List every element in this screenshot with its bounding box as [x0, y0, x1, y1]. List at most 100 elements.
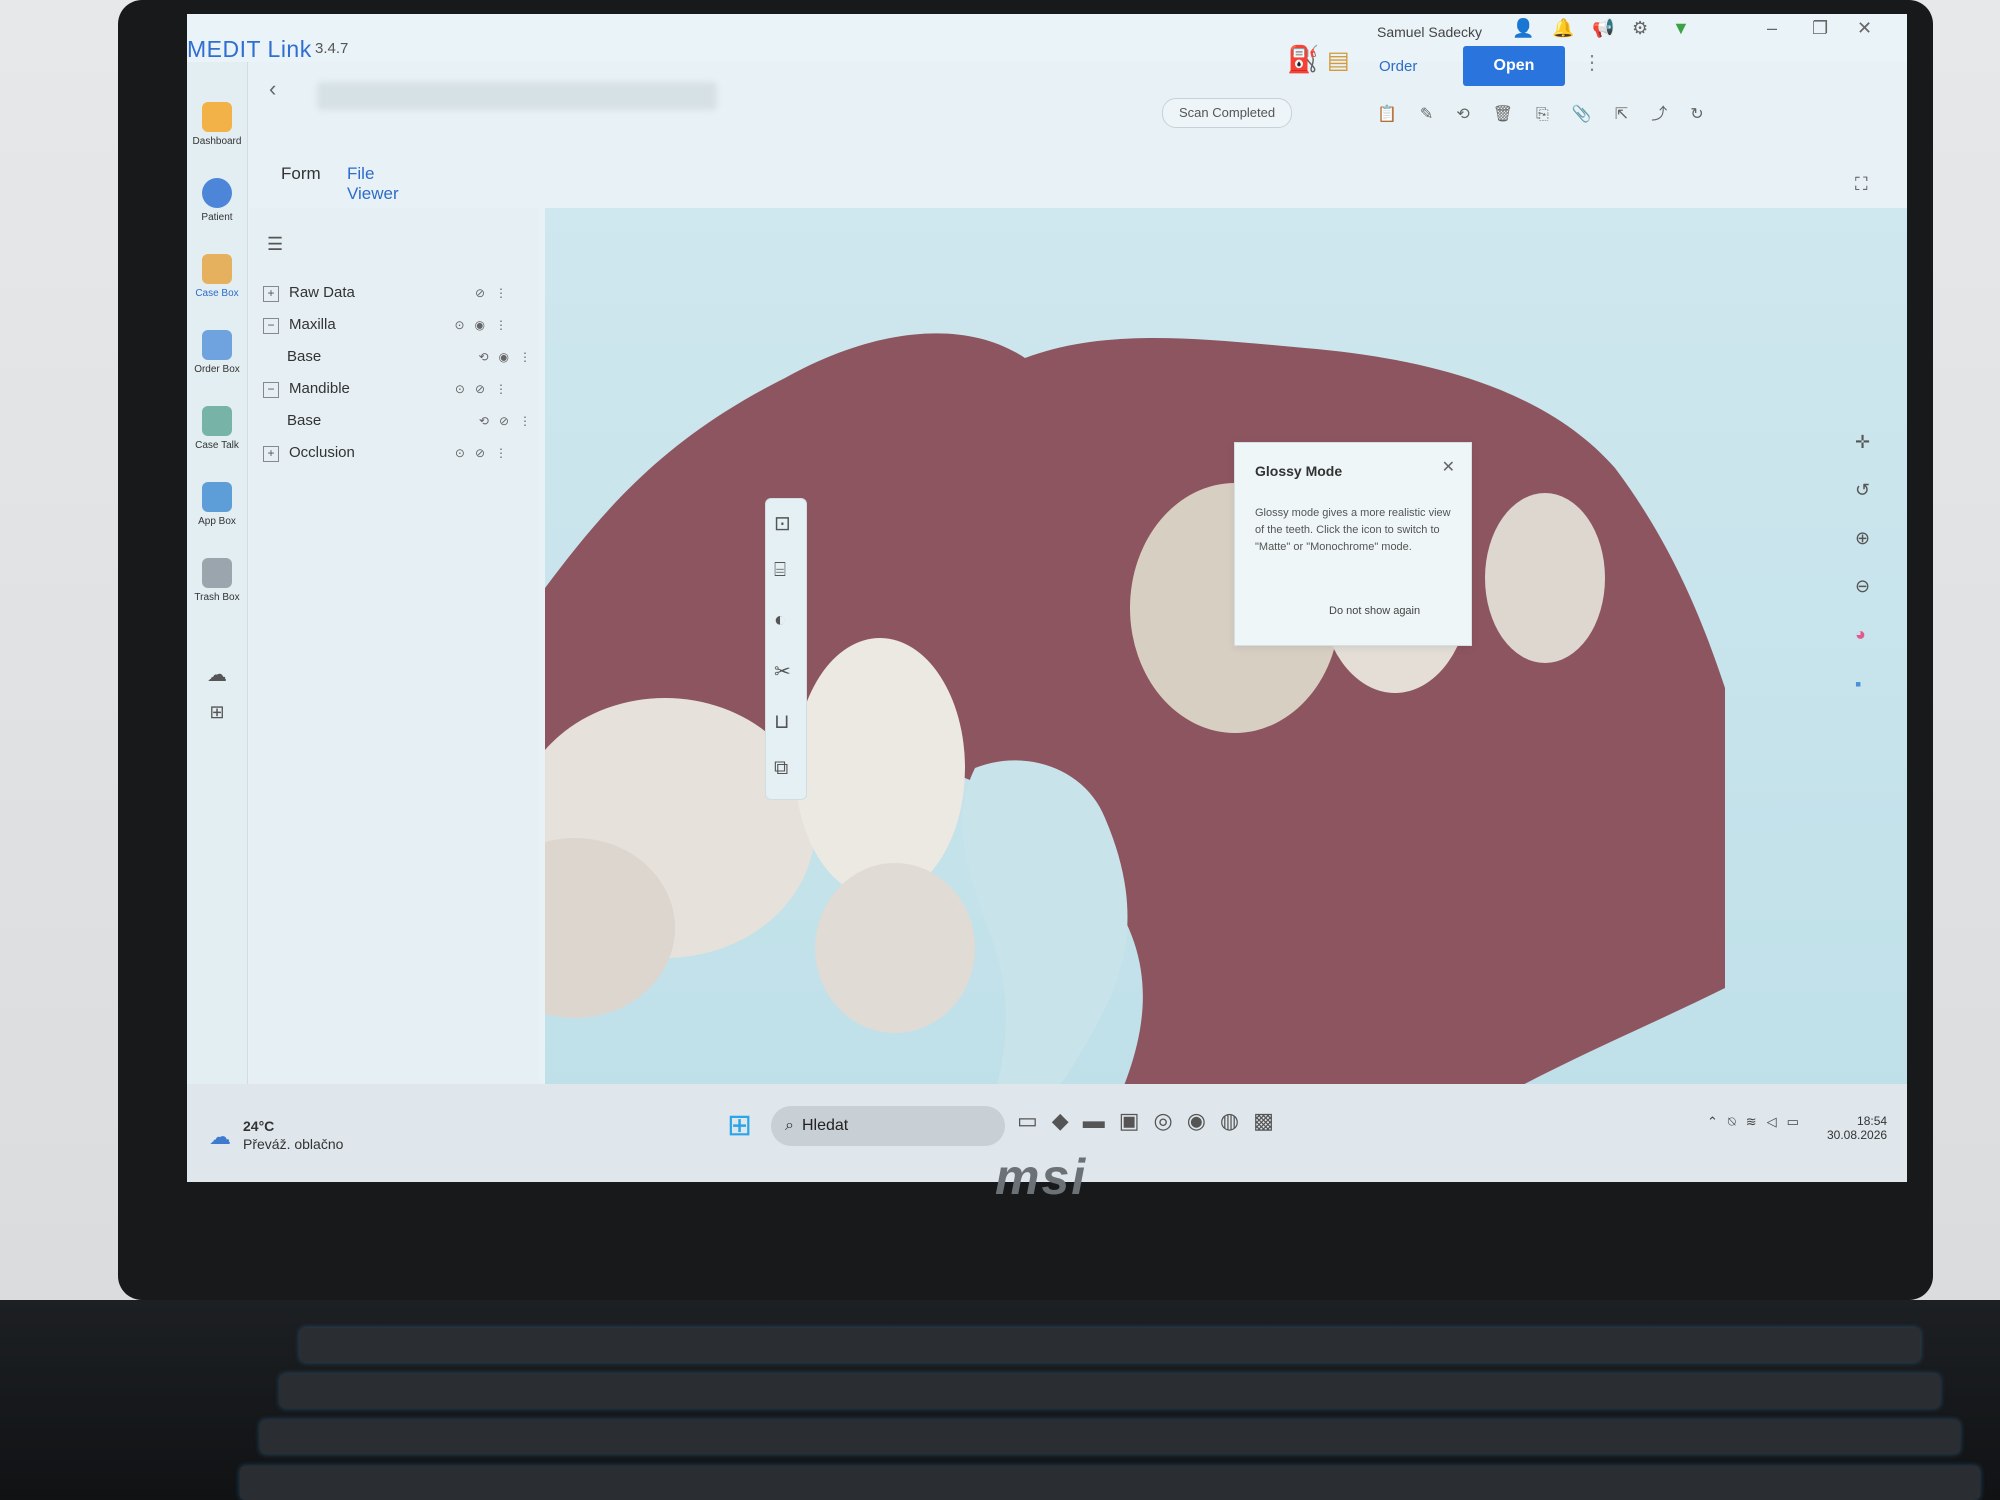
restore-icon[interactable]: ❐: [1812, 18, 1828, 39]
settings-icon[interactable]: ⚙: [1632, 18, 1648, 39]
tree-row-mandible[interactable]: − Mandible ⊙⊘⋮: [263, 380, 523, 408]
app-brand: MEDIT Link: [187, 36, 312, 62]
collapse-icon[interactable]: −: [263, 382, 279, 398]
glossy-popup-text: Glossy mode gives a more realistic view …: [1255, 507, 1451, 553]
grid-icon[interactable]: ⊞: [187, 702, 247, 723]
tooth-premolar-lower: [815, 863, 975, 1033]
visibility-off-icon[interactable]: ⟲⊘⋮: [479, 414, 541, 428]
expand-icon[interactable]: +: [263, 446, 279, 462]
close-icon[interactable]: ✕: [1857, 18, 1872, 39]
3d-viewport[interactable]: [475, 208, 1907, 1128]
color-mode-icon[interactable]: ◕: [1855, 624, 1866, 645]
user-name[interactable]: Samuel Sadecky: [1377, 24, 1482, 40]
tree-row-raw-data[interactable]: + Raw Data ⊘⋮: [263, 284, 523, 312]
camera-icon[interactable]: ◎: [1154, 1108, 1187, 1133]
network-icon[interactable]: ≋: [1746, 1114, 1767, 1129]
volume-icon[interactable]: ◁: [1767, 1114, 1787, 1129]
scissors-icon[interactable]: ✂: [774, 659, 791, 684]
sidebar-item-patient[interactable]: Patient: [187, 178, 247, 223]
wifi-icon: ▼: [1672, 18, 1690, 38]
export-icon[interactable]: ⇱: [1615, 106, 1651, 123]
tab-form[interactable]: Form: [269, 164, 333, 194]
search-icon: ⌕: [785, 1117, 794, 1134]
history-icon[interactable]: ⟲: [1456, 106, 1492, 123]
fullscreen-icon[interactable]: ⛶: [1855, 174, 1868, 195]
user-icon[interactable]: 👤: [1512, 18, 1534, 39]
visibility-off-icon[interactable]: ⊙⊘⋮: [455, 382, 517, 396]
tooth-premolar: [795, 638, 965, 898]
open-button[interactable]: Open: [1463, 46, 1565, 86]
back-icon[interactable]: ‹: [269, 76, 276, 102]
scan-view-icon[interactable]: ⌸: [774, 559, 786, 582]
delete-icon[interactable]: 🗑: [1493, 106, 1536, 123]
sidebar-item-order-box[interactable]: Order Box: [187, 330, 247, 375]
task-view-icon[interactable]: ▭: [1017, 1108, 1052, 1133]
model-icon[interactable]: ⧉: [774, 757, 788, 780]
store-icon[interactable]: ▣: [1119, 1108, 1154, 1133]
more-menu-icon[interactable]: ⋮: [1582, 50, 1602, 75]
user-icon: [202, 178, 232, 208]
taskbar-clock[interactable]: 18:54 30.08.2026: [1827, 1114, 1887, 1142]
collapse-icon[interactable]: −: [263, 318, 279, 334]
laptop-screen: MEDIT Link 3.4.7 Samuel Sadecky 👤 🔔 📢 ⚙ …: [187, 14, 1907, 1182]
measure-icon[interactable]: ⊔: [774, 709, 790, 734]
app-titlebar: MEDIT Link 3.4.7 Samuel Sadecky 👤 🔔 📢 ⚙ …: [187, 14, 1907, 62]
notifications-icon[interactable]: 🔔: [1552, 18, 1574, 39]
app-version: 3.4.7: [315, 40, 349, 57]
sidebar-item-app-box[interactable]: App Box: [187, 482, 247, 527]
notes-icon[interactable]: ✎: [1420, 106, 1456, 123]
key-row-4: [240, 1466, 1980, 1500]
tree-row-maxilla-base[interactable]: Base ⟲◉⋮: [287, 348, 547, 376]
case-box-icon: [202, 254, 232, 284]
tree-row-mandible-base[interactable]: Base ⟲⊘⋮: [287, 412, 547, 440]
scanner-icon[interactable]: ⛽: [1287, 44, 1319, 75]
folder-icon[interactable]: ▬: [1083, 1108, 1119, 1133]
sidebar-item-trash-box[interactable]: Trash Box: [187, 558, 247, 603]
visibility-icon[interactable]: ⊙◉⋮: [454, 318, 517, 332]
focus-icon[interactable]: ⊡: [774, 511, 791, 536]
lab-icon[interactable]: ▤: [1327, 46, 1350, 75]
minimize-icon[interactable]: –: [1767, 18, 1777, 39]
texture-icon[interactable]: ▪: [1855, 674, 1861, 695]
tree-row-occlusion[interactable]: + Occlusion ⊙⊘⋮: [263, 444, 523, 472]
mute-notifications-icon[interactable]: ⍉: [1728, 1114, 1746, 1129]
sidebar-item-case-box[interactable]: Case Box: [187, 254, 247, 299]
half-circle-icon[interactable]: ◐: [774, 609, 786, 632]
cloud-upload-icon[interactable]: ☁: [187, 662, 247, 687]
scan-status-badge: Scan Completed: [1162, 98, 1293, 128]
zoom-in-icon[interactable]: ⊕: [1855, 528, 1870, 549]
rotate-icon[interactable]: ↺: [1855, 480, 1870, 501]
sidebar-item-dashboard[interactable]: Dashboard: [187, 102, 247, 147]
medit-icon[interactable]: ▩: [1253, 1108, 1288, 1133]
zoom-out-icon[interactable]: ⊖: [1855, 576, 1870, 597]
order-button[interactable]: Order: [1379, 58, 1417, 75]
visibility-icon[interactable]: ⟲◉⋮: [478, 350, 541, 364]
visibility-off-icon[interactable]: ⊙⊘⋮: [455, 446, 517, 460]
tree-row-maxilla[interactable]: − Maxilla ⊙◉⋮: [263, 316, 523, 344]
chrome-icon[interactable]: ◉: [1187, 1108, 1220, 1133]
battery-icon[interactable]: ▭: [1787, 1114, 1809, 1129]
laptop-keyboard: [0, 1300, 2000, 1500]
expand-icon[interactable]: +: [263, 286, 279, 302]
copy-icon[interactable]: ⎘: [1536, 106, 1572, 123]
system-tray: ⌃⍉≋◁▭: [1707, 1114, 1809, 1130]
tree-list-icon[interactable]: ☰: [267, 234, 283, 255]
sidebar-item-case-talk[interactable]: Case Talk: [187, 406, 247, 451]
megaphone-icon[interactable]: 📢: [1592, 18, 1614, 39]
do-not-show-again-button[interactable]: Do not show again: [1329, 605, 1420, 617]
chevron-up-icon[interactable]: ⌃: [1707, 1114, 1728, 1129]
dental-scan-model[interactable]: [475, 208, 1907, 1128]
attach-icon[interactable]: 📎: [1572, 106, 1615, 123]
sync-icon[interactable]: ↻: [1690, 106, 1726, 123]
chat-icon: [202, 406, 232, 436]
windows-start-icon[interactable]: ⊞: [727, 1108, 752, 1143]
copilot-icon[interactable]: ◆: [1052, 1108, 1083, 1133]
clipboard-icon[interactable]: 📋: [1377, 106, 1420, 123]
taskbar-search[interactable]: ⌕ Hledat: [771, 1106, 1005, 1146]
share-icon[interactable]: ⤴: [1651, 106, 1690, 123]
move-icon[interactable]: ✛: [1855, 432, 1870, 453]
close-icon[interactable]: ✕: [1442, 457, 1455, 477]
weather-widget[interactable]: ☁ 24°C Převáž. oblačno: [209, 1118, 343, 1152]
edge-icon[interactable]: ◍: [1220, 1108, 1253, 1133]
visibility-off-icon[interactable]: ⊘⋮: [475, 286, 517, 300]
